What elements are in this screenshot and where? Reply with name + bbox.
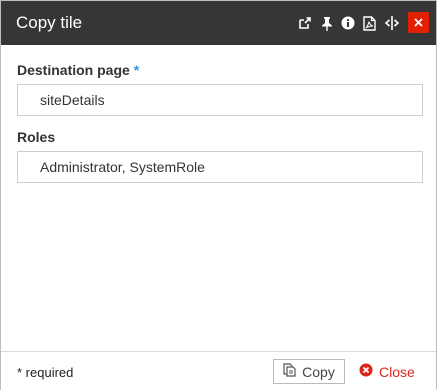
pop-out-icon[interactable] <box>297 13 313 33</box>
close-icon[interactable] <box>408 12 429 33</box>
close-button-label: Close <box>379 363 415 380</box>
copy-button-label: Copy <box>302 363 335 380</box>
info-icon[interactable] <box>340 13 356 33</box>
dialog-titlebar[interactable]: Copy tile <box>1 1 436 45</box>
roles-label: Roles <box>17 129 56 145</box>
close-button[interactable]: Close <box>359 359 415 384</box>
destination-page-input[interactable] <box>17 84 423 116</box>
copy-icon <box>283 363 297 380</box>
copy-tile-dialog: Copy tile Destination page * siteDetails… <box>0 0 437 390</box>
copy-button[interactable]: Copy <box>273 359 345 384</box>
required-note: * required <box>17 365 74 380</box>
destination-page-label-text: Destination page <box>17 62 130 78</box>
dialog-footer: * required Copy Close <box>1 351 436 390</box>
close-circle-icon <box>359 363 373 380</box>
roles-input[interactable] <box>17 151 423 183</box>
destination-page-label: Destination page * <box>17 62 139 78</box>
pdf-icon[interactable] <box>361 13 377 33</box>
required-asterisk: * <box>133 62 140 78</box>
pin-icon[interactable] <box>319 13 335 33</box>
dialog-title: Copy tile <box>16 13 83 32</box>
resize-width-icon[interactable] <box>384 13 400 33</box>
